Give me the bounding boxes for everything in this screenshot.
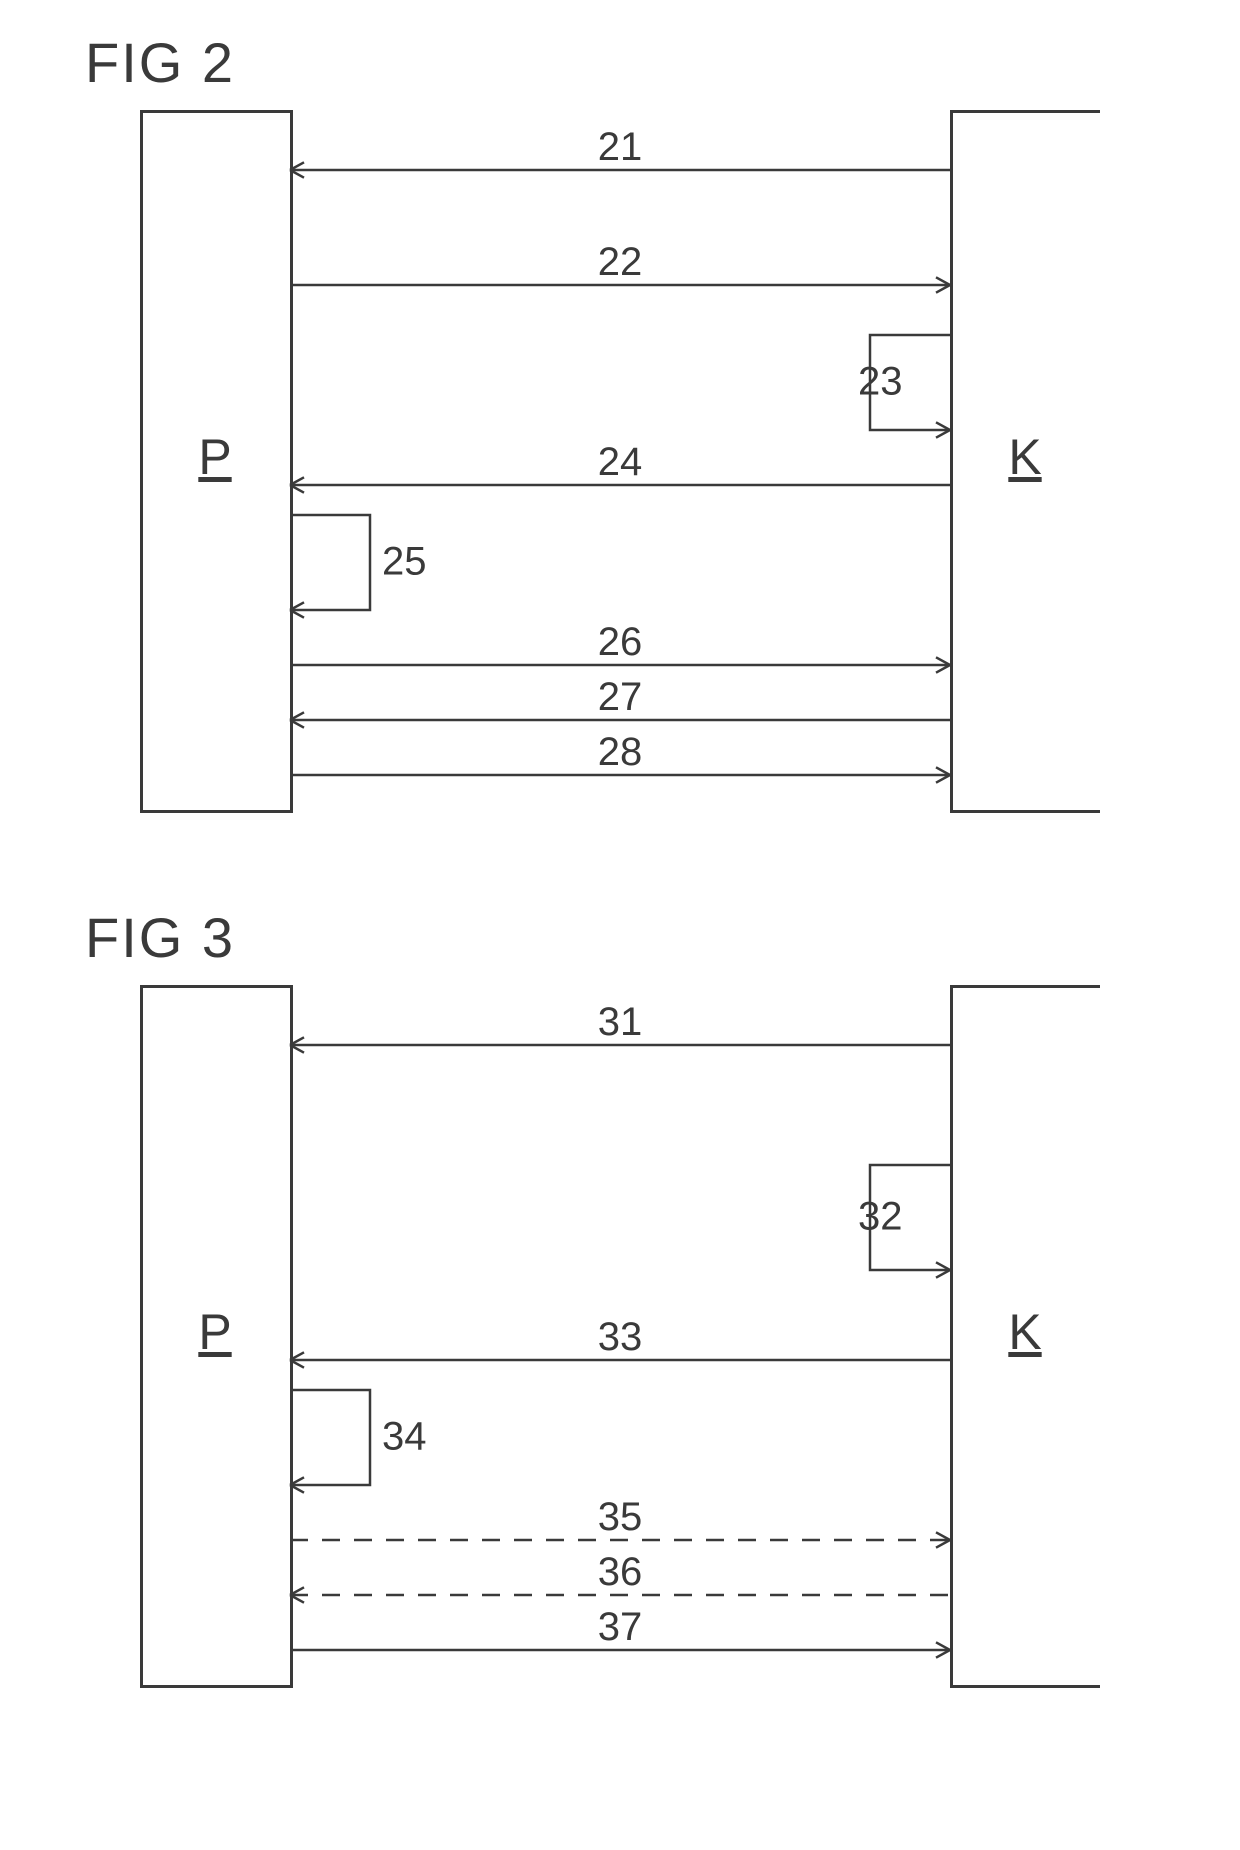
self-call-label: 34	[382, 1415, 427, 1459]
lifeline-label-right: K	[1008, 1304, 1041, 1360]
message-label: 28	[598, 730, 643, 774]
message-label: 35	[598, 1495, 643, 1539]
self-call	[290, 515, 370, 610]
message-label: 22	[598, 240, 643, 284]
lifeline-label-left: P	[198, 1304, 231, 1360]
message-label: 37	[598, 1605, 643, 1649]
figure-title: FIG 3	[85, 905, 235, 970]
figure-title: FIG 2	[85, 30, 235, 95]
sequence-diagram-fig2: P K 21 22 24 26 27 28 23 25	[140, 110, 1100, 814]
message-label: 31	[598, 1000, 643, 1044]
message-label: 27	[598, 675, 643, 719]
message-label: 26	[598, 620, 643, 664]
self-call	[290, 1390, 370, 1485]
message-label: 36	[598, 1550, 643, 1594]
message-label: 33	[598, 1315, 643, 1359]
message-label: 24	[598, 440, 643, 484]
message-label: 21	[598, 125, 643, 169]
sequence-diagram-fig3: P K 31 33 35 36 37 32 34	[140, 985, 1100, 1689]
self-call-label: 23	[858, 360, 903, 404]
lifeline-label-right: K	[1008, 429, 1041, 485]
self-call-label: 32	[858, 1195, 903, 1239]
lifeline-label-left: P	[198, 429, 231, 485]
self-call-label: 25	[382, 540, 427, 584]
